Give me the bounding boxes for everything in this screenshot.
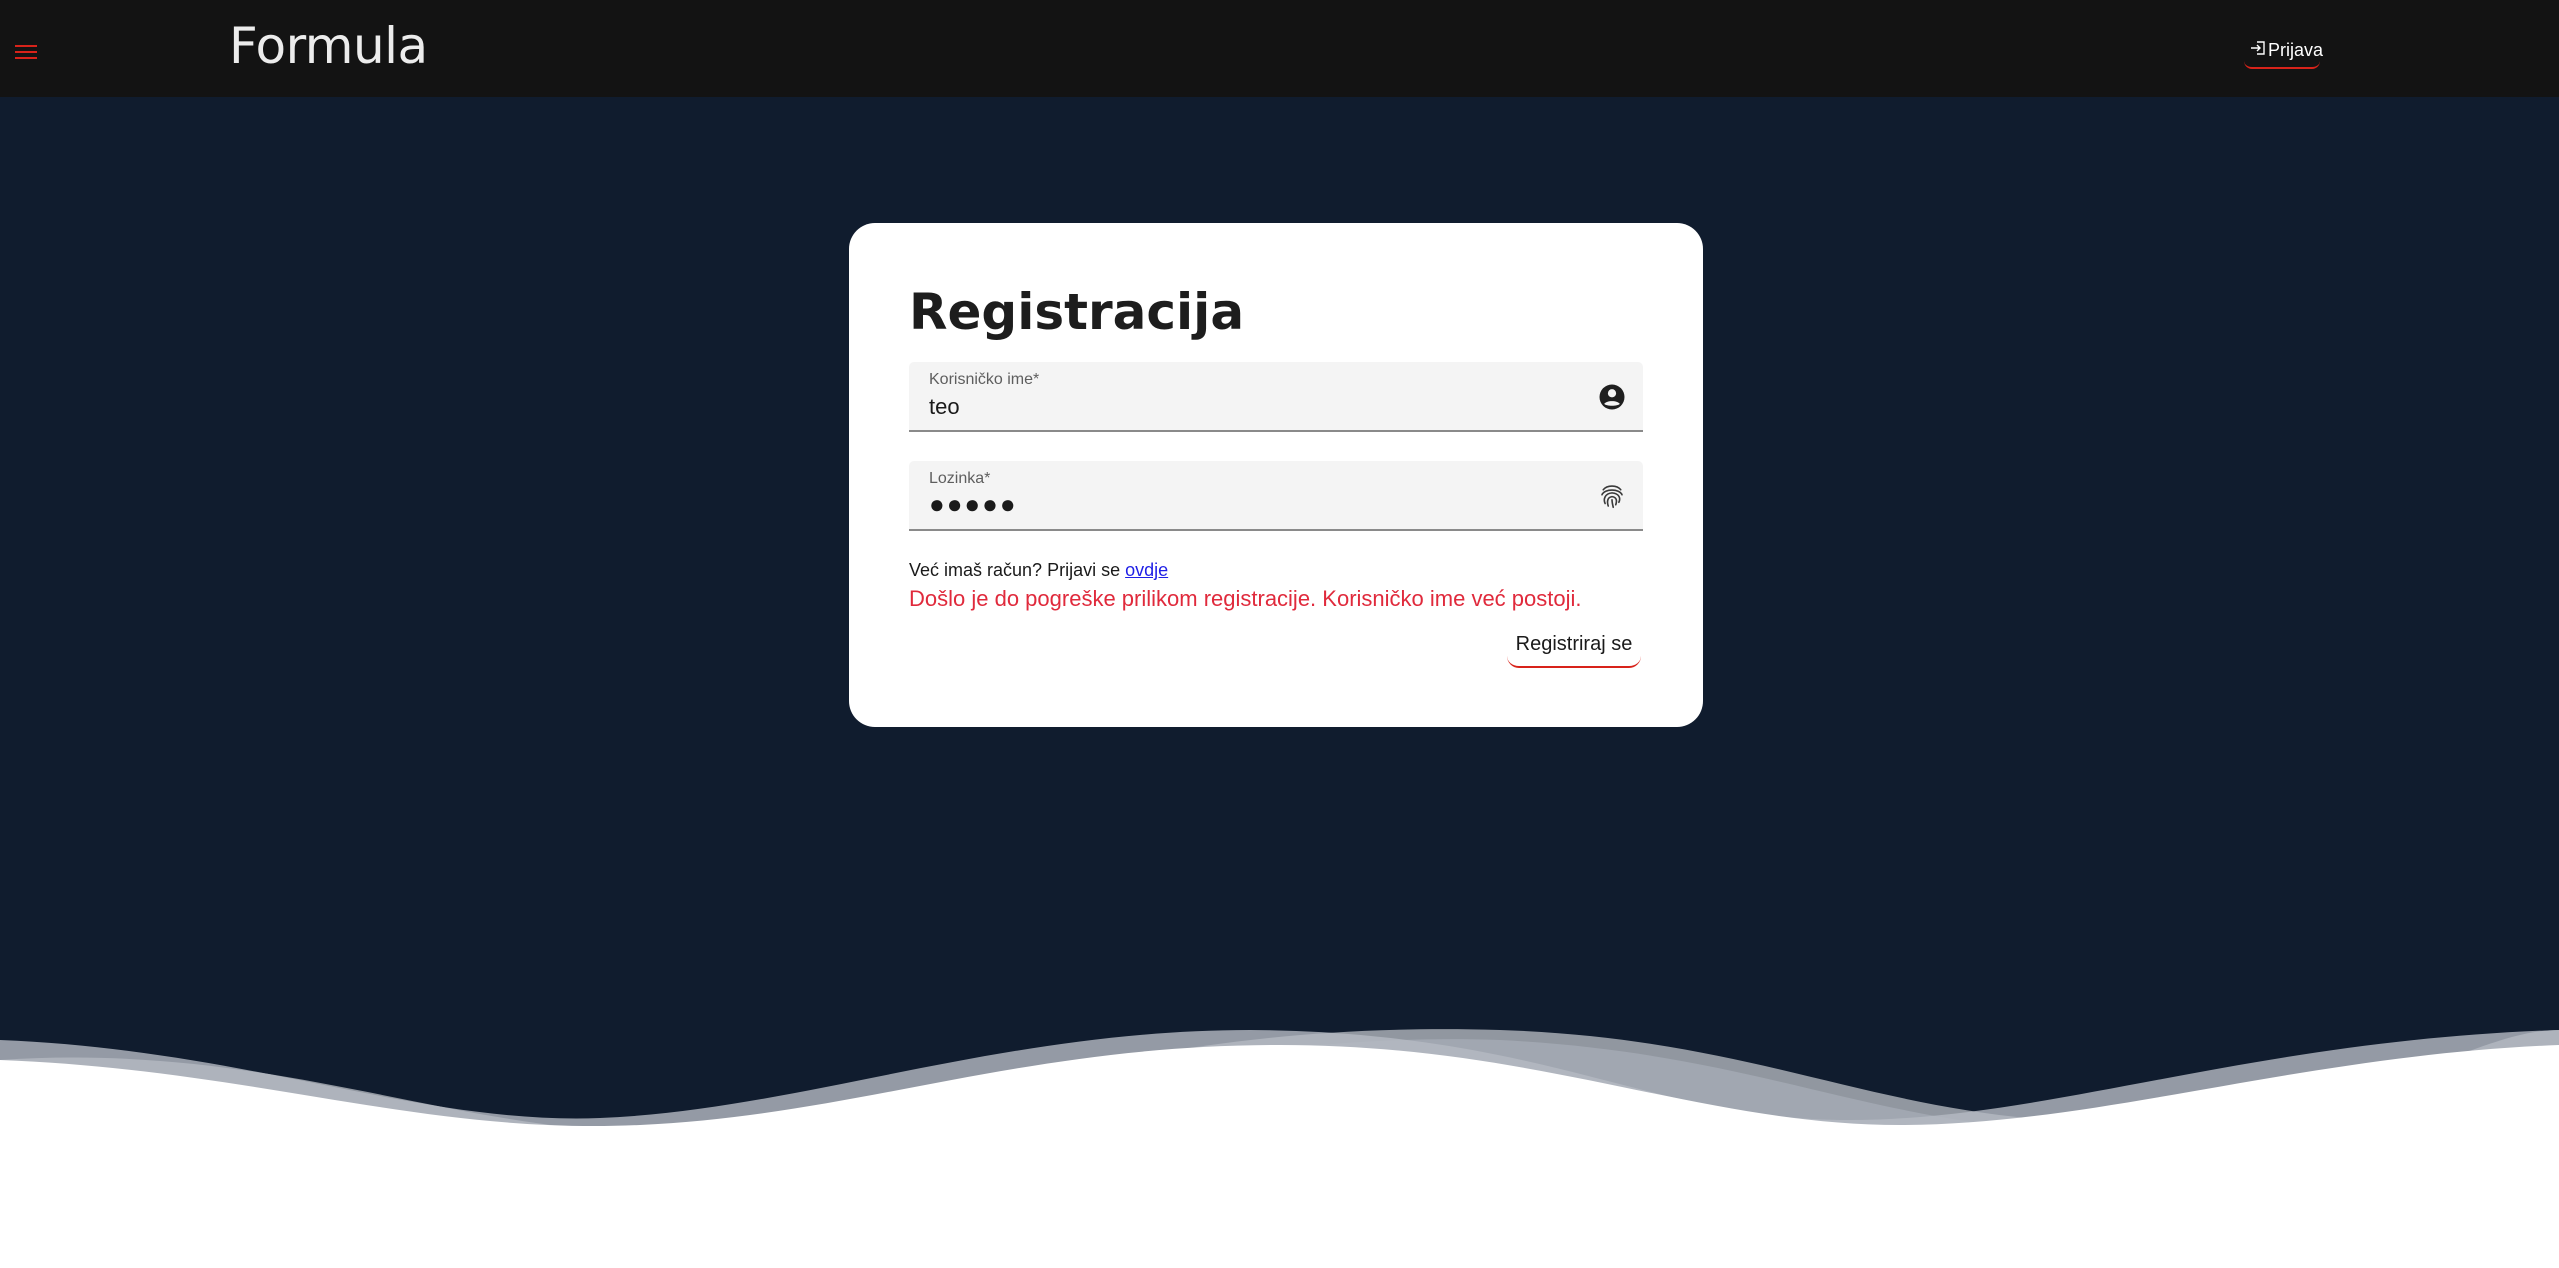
registration-card: Registracija Korisničko ime* teo Lozinka… (849, 223, 1703, 727)
top-app-bar: Formula Prijava (0, 0, 2559, 97)
login-prompt: Već imaš račun? Prijavi se ovdje (909, 560, 1168, 581)
username-input[interactable]: teo (929, 394, 960, 420)
login-prompt-text: Već imaš račun? Prijavi se (909, 560, 1121, 580)
fingerprint-icon (1597, 481, 1627, 511)
account-circle-icon (1597, 382, 1627, 412)
username-field[interactable]: Korisničko ime* teo (909, 362, 1643, 432)
login-nav-label: Prijava (2268, 39, 2324, 60)
password-label: Lozinka* (929, 470, 991, 487)
hamburger-icon (14, 43, 38, 66)
menu-button[interactable] (14, 42, 38, 66)
error-message: Došlo je do pogreške prilikom registraci… (909, 586, 1582, 611)
password-field[interactable]: Lozinka* ●●●●● (909, 461, 1643, 531)
login-icon (2250, 40, 2266, 61)
register-button[interactable]: Registriraj se (1507, 622, 1641, 668)
password-input[interactable]: ●●●●● (929, 489, 1018, 520)
page-title: Registracija (909, 283, 1245, 341)
login-here-link[interactable]: ovdje (1125, 560, 1168, 580)
brand-title[interactable]: Formula (229, 17, 428, 75)
wave-decoration (0, 1029, 2559, 1268)
username-label: Korisničko ime* (929, 371, 1040, 388)
login-nav-button[interactable]: Prijava (2244, 33, 2324, 69)
